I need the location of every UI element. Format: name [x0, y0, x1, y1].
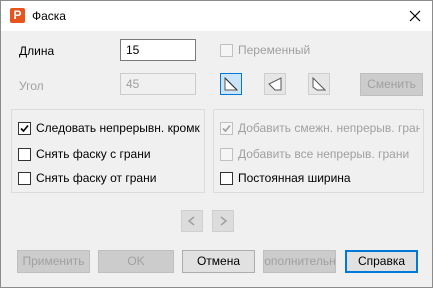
- arrow-left-icon: [187, 216, 195, 226]
- chamfer-dialog: P Фаска Длина 15 Переменный Угол 45 Смен…: [0, 0, 433, 288]
- close-button[interactable]: [398, 1, 432, 31]
- help-button[interactable]: Справка: [345, 250, 418, 273]
- remove-from-face-checkbox[interactable]: [18, 148, 31, 161]
- angle-input[interactable]: 45: [120, 73, 196, 95]
- remove-off-face-checkbox[interactable]: [18, 172, 31, 185]
- checkmark-icon: [222, 124, 231, 133]
- remove-off-face-label: Снять фаску от грани: [36, 171, 157, 185]
- cancel-button[interactable]: Отмена: [182, 250, 255, 273]
- close-icon: [409, 10, 421, 22]
- title-bar: P Фаска: [1, 1, 432, 31]
- arrow-right-icon: [220, 216, 228, 226]
- chamfer-angle-distance-button[interactable]: [308, 73, 330, 95]
- chamfer-type-1-icon: [224, 77, 238, 91]
- next-button[interactable]: [212, 210, 234, 232]
- follow-edges-label: Следовать непрерывн. кромкам: [36, 121, 200, 135]
- chamfer-distance-distance-button[interactable]: [220, 73, 242, 95]
- change-button[interactable]: Сменить: [360, 73, 423, 96]
- variable-checkbox[interactable]: [220, 44, 233, 57]
- add-adjacent-checkbox[interactable]: [220, 122, 233, 135]
- angle-label: Угол: [19, 79, 44, 93]
- apply-button[interactable]: Применить: [17, 250, 90, 273]
- previous-button[interactable]: [181, 210, 203, 232]
- follow-edges-checkbox[interactable]: [18, 122, 31, 135]
- chamfer-type-3-icon: [312, 77, 326, 91]
- ok-button[interactable]: OK: [98, 250, 174, 273]
- chamfer-type-2-icon: [268, 77, 282, 91]
- window-title: Фаска: [32, 9, 66, 23]
- app-logo-icon: P: [10, 8, 25, 23]
- chamfer-distance-angle-button[interactable]: [264, 73, 286, 95]
- length-input[interactable]: 15: [120, 39, 196, 61]
- variable-label: Переменный: [238, 43, 311, 57]
- add-all-checkbox[interactable]: [220, 148, 233, 161]
- remove-from-face-label: Снять фаску с грани: [36, 147, 151, 161]
- add-adjacent-label: Добавить смежн. непрерыв. грани: [238, 121, 420, 135]
- checkmark-icon: [20, 124, 29, 133]
- constant-width-checkbox[interactable]: [220, 172, 233, 185]
- constant-width-label: Постоянная ширина: [238, 171, 351, 185]
- add-all-label: Добавить все непрерыв. грани: [238, 147, 410, 161]
- length-label: Длина: [19, 44, 55, 58]
- more-button[interactable]: Дополнительно: [263, 250, 336, 273]
